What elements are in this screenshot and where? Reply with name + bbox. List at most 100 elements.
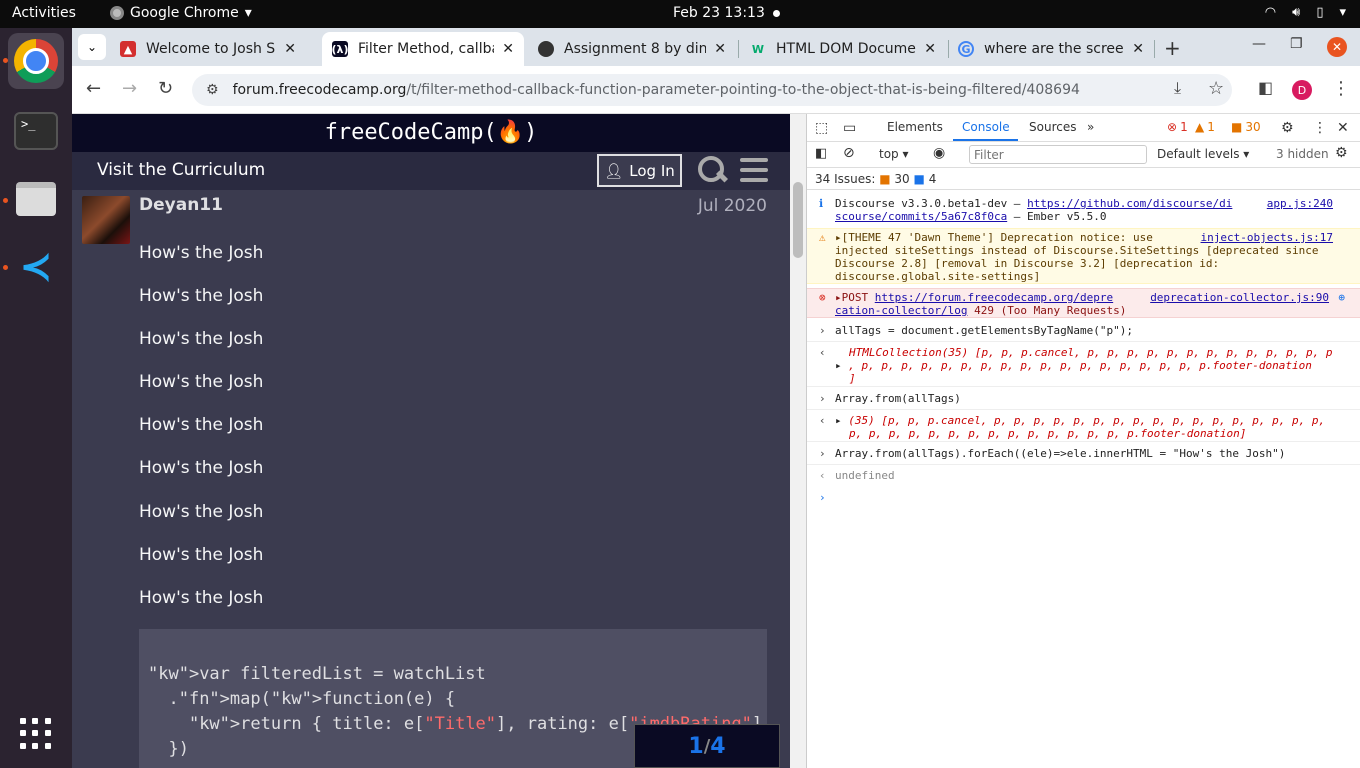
console-output-line[interactable]: ‹ HTMLCollection(35) [p, p, p.cancel, p,… bbox=[807, 346, 1360, 387]
dock-chrome[interactable] bbox=[8, 33, 64, 89]
app-menu[interactable]: Google Chrome ▾ bbox=[110, 5, 252, 21]
login-button[interactable]: 👤︎ Log In bbox=[597, 154, 682, 187]
github-link-cont[interactable]: scourse/commits/5a67c8f0ca bbox=[835, 210, 1007, 223]
console-settings-icon[interactable]: ⚙ bbox=[1335, 145, 1348, 161]
forward-button[interactable]: → bbox=[122, 78, 137, 99]
tab-separator bbox=[738, 40, 739, 58]
github-icon bbox=[538, 41, 554, 57]
scrollbar-thumb[interactable] bbox=[793, 182, 803, 258]
sidebar-toggle-icon[interactable]: ◧ bbox=[815, 146, 827, 161]
pager-total: 4 bbox=[710, 733, 726, 759]
close-window-button[interactable]: ✕ bbox=[1327, 37, 1347, 57]
close-icon[interactable]: ✕ bbox=[502, 41, 514, 57]
files-icon bbox=[16, 182, 56, 216]
expand-triangle-icon[interactable]: ▸ bbox=[835, 359, 842, 372]
dock-vscode[interactable]: ≺ bbox=[8, 239, 64, 295]
clock[interactable]: Feb 23 13:13 bbox=[673, 5, 765, 21]
warning-icon: ▲ bbox=[1195, 120, 1205, 134]
tab-elements[interactable]: Elements bbox=[887, 120, 943, 134]
bookmark-star-icon[interactable]: ☆ bbox=[1208, 78, 1224, 99]
system-tray[interactable]: ◠ 🔊︎ ▯ ▾ bbox=[1265, 5, 1346, 20]
minimize-button[interactable]: — bbox=[1252, 36, 1266, 52]
request-link[interactable]: https://forum.freecodecamp.org/depre bbox=[875, 291, 1113, 304]
reload-button[interactable]: ↻ bbox=[158, 78, 173, 99]
request-link-cont[interactable]: cation-collector/log bbox=[835, 304, 967, 317]
install-icon[interactable]: ⤓ bbox=[1174, 78, 1181, 98]
tab-assignment[interactable]: Assignment 8 by din ✕ bbox=[528, 32, 736, 66]
search-icon[interactable] bbox=[696, 154, 726, 184]
log-levels-dropdown[interactable]: Default levels ▾ bbox=[1157, 147, 1249, 161]
more-tabs-icon[interactable]: » bbox=[1087, 120, 1094, 134]
post-paragraph: How's the Josh bbox=[139, 415, 264, 435]
site-info-icon[interactable]: ⚙ bbox=[206, 82, 219, 98]
active-tab-indicator bbox=[953, 139, 1018, 141]
tab-html-dom[interactable]: W HTML DOM Docume ✕ bbox=[740, 32, 946, 66]
chevron-down-icon: ▾ bbox=[1339, 5, 1346, 20]
maximize-button[interactable]: ❐ bbox=[1290, 36, 1303, 52]
address-bar[interactable]: ⚙ forum.freecodecamp.org/t/filter-method… bbox=[192, 74, 1232, 106]
login-label: Log In bbox=[629, 161, 675, 180]
post-paragraph: How's the Josh bbox=[139, 588, 264, 608]
tab-console[interactable]: Console bbox=[962, 120, 1010, 134]
network-globe-icon[interactable]: ⊕ bbox=[1338, 291, 1345, 304]
dropdown-icon: ▾ bbox=[244, 5, 252, 21]
console-filterbar: ◧ ⊘ top ▾ ◉ Default levels ▾ 3 hidden ⚙ bbox=[807, 142, 1360, 168]
post-pager[interactable]: 1/4 bbox=[634, 724, 780, 768]
post-date[interactable]: Jul 2020 bbox=[698, 196, 767, 216]
tab-google-search[interactable]: G where are the screen ✕ bbox=[948, 32, 1154, 66]
close-icon[interactable]: ✕ bbox=[1132, 41, 1144, 57]
expand-triangle-icon[interactable]: ▸ bbox=[835, 231, 842, 244]
inspect-icon[interactable]: ⬚ bbox=[815, 120, 828, 136]
console-filter-input[interactable] bbox=[969, 145, 1147, 164]
issues-count-badge[interactable]: ■ 30 bbox=[1231, 120, 1261, 134]
prompt-chevron-icon: › bbox=[819, 447, 826, 460]
post-paragraph: How's the Josh bbox=[139, 545, 264, 565]
console-message-warning[interactable]: ⚠ ▸[THEME 47 'Dawn Theme'] Deprecation n… bbox=[807, 228, 1360, 284]
tab-sources[interactable]: Sources bbox=[1029, 120, 1076, 134]
warning-count-badge[interactable]: ▲ 1 bbox=[1195, 120, 1215, 134]
profile-avatar[interactable]: D bbox=[1292, 80, 1312, 100]
kebab-menu-icon[interactable]: ⋮ bbox=[1313, 120, 1327, 136]
hamburger-menu-icon[interactable] bbox=[740, 158, 768, 188]
source-link[interactable]: inject-objects.js:17 bbox=[1201, 231, 1333, 244]
close-icon[interactable]: ✕ bbox=[714, 41, 726, 57]
expand-triangle-icon[interactable]: ▸ bbox=[835, 291, 842, 304]
console-output-line[interactable]: ‹ ▸ (35) [p, p, p.cancel, p, p, p, p, p,… bbox=[807, 414, 1360, 442]
tab-welcome[interactable]: ▲ Welcome to Josh So ✕ bbox=[110, 32, 306, 66]
source-link[interactable]: app.js:240 bbox=[1267, 197, 1333, 210]
avatar[interactable] bbox=[82, 196, 130, 244]
hidden-count: 3 hidden bbox=[1276, 147, 1329, 161]
context-selector[interactable]: top ▾ bbox=[879, 147, 909, 161]
visit-curriculum-link[interactable]: Visit the Curriculum bbox=[97, 160, 265, 180]
notification-dot bbox=[773, 10, 780, 17]
source-link[interactable]: deprecation-collector.js:90 bbox=[1150, 291, 1329, 304]
error-count-badge[interactable]: ⊗ 1 bbox=[1167, 120, 1188, 134]
github-link[interactable]: https://github.com/discourse/di bbox=[1027, 197, 1232, 210]
live-expression-eye-icon[interactable]: ◉ bbox=[933, 145, 945, 161]
side-panel-icon[interactable]: ◧ bbox=[1258, 78, 1273, 97]
device-toggle-icon[interactable]: ▭ bbox=[843, 120, 856, 136]
dock-terminal[interactable]: >_ bbox=[8, 103, 64, 159]
chrome-icon bbox=[110, 6, 124, 20]
dock-files[interactable] bbox=[8, 171, 64, 227]
back-button[interactable]: ← bbox=[86, 78, 101, 99]
tab-filter-method[interactable]: (λ) Filter Method, callba ✕ bbox=[322, 32, 524, 66]
post-username[interactable]: Deyan11 bbox=[139, 195, 223, 215]
new-tab-button[interactable]: + bbox=[1164, 36, 1181, 60]
show-apps-icon[interactable] bbox=[20, 718, 52, 750]
expand-triangle-icon[interactable]: ▸ bbox=[835, 414, 842, 427]
result-chevron-icon: ‹ bbox=[819, 469, 826, 482]
fcc-logo[interactable]: freeCodeCamp(🔥) bbox=[72, 114, 790, 152]
menu-icon[interactable]: ⋮ bbox=[1332, 78, 1350, 99]
console-prompt[interactable]: › bbox=[807, 491, 1360, 507]
close-icon[interactable]: ✕ bbox=[284, 41, 296, 57]
issues-bar[interactable]: 34 Issues: ■ 30 ■ 4 bbox=[807, 168, 1360, 190]
close-icon[interactable]: ✕ bbox=[924, 41, 936, 57]
close-icon[interactable]: ✕ bbox=[1337, 120, 1349, 136]
clear-console-icon[interactable]: ⊘ bbox=[843, 145, 855, 161]
settings-gear-icon[interactable]: ⚙ bbox=[1281, 120, 1294, 136]
tab-search-button[interactable]: ⌄ bbox=[78, 34, 106, 60]
console-message-error[interactable]: ⊗ ▸POST https://forum.freecodecamp.org/d… bbox=[807, 288, 1360, 318]
page-scrollbar[interactable] bbox=[790, 114, 806, 768]
activities-button[interactable]: Activities bbox=[12, 5, 76, 21]
